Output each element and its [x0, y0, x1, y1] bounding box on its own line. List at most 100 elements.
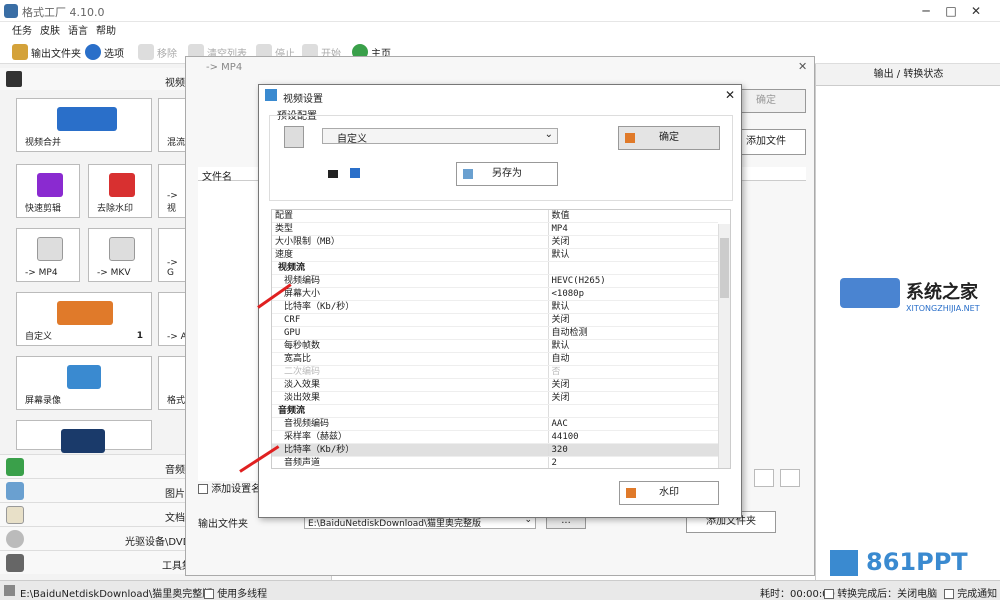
settings-grid[interactable]: 配置 数值 类型 MP4 大小限制（MB） 关闭 速度 默认 视频流 视频编码 HEVC(H265… — [272, 210, 718, 468]
film-merge-icon — [57, 107, 117, 131]
confirm-button[interactable]: 确定 — [618, 126, 720, 150]
mp4-window-close-icon[interactable]: ✕ — [798, 60, 807, 73]
setting-value[interactable]: 默认 — [547, 300, 718, 314]
tile-label: -> G — [167, 258, 178, 278]
remove-label: 移除 — [157, 48, 177, 60]
setting-value[interactable]: <1080p — [547, 287, 718, 301]
settings-row[interactable]: 视频编码 HEVC(H265) — [272, 274, 718, 288]
tile-to-avi[interactable]: -> A — [158, 292, 188, 346]
tile-custom[interactable]: 自定义 1 — [16, 292, 152, 346]
settings-row[interactable]: 类型 MP4 — [272, 222, 718, 236]
setting-key: 淡入效果 — [272, 378, 548, 392]
remove-button[interactable]: 移除 — [138, 43, 177, 61]
setting-value[interactable]: 2 — [547, 456, 718, 468]
stop-small-icon[interactable] — [754, 469, 774, 487]
settings-row[interactable]: 淡入效果 关闭 — [272, 378, 718, 392]
watermark-button[interactable]: 水印 — [619, 481, 719, 505]
settings-row[interactable]: 音频流 — [272, 404, 718, 418]
tile-label: -> A — [167, 332, 187, 342]
settings-row[interactable]: 宽高比 自动 — [272, 352, 718, 366]
settings-row[interactable]: 采样率（赫兹） 44100 — [272, 430, 718, 444]
dialog-close-icon[interactable]: ✕ — [725, 88, 735, 102]
minimize-icon[interactable]: ─ — [918, 3, 934, 19]
shutdown-checkbox[interactable]: 转换完成后：关闭电脑 — [824, 585, 937, 600]
custom-preset-icon — [57, 301, 113, 325]
tile-format[interactable]: 格式 — [158, 356, 188, 410]
category-label: 文档 — [165, 513, 185, 524]
setting-value[interactable]: 关闭 — [547, 313, 718, 327]
settings-row[interactable]: 速度 默认 — [272, 248, 718, 262]
settings-row[interactable]: 淡出效果 关闭 — [272, 391, 718, 405]
setting-value[interactable]: 默认 — [547, 339, 718, 353]
tile-to-gif[interactable]: -> G — [158, 228, 188, 282]
music-note-icon — [6, 458, 24, 476]
options-button[interactable]: 选项 — [85, 43, 124, 61]
settings-row[interactable]: 比特率（Kb/秒） 默认 — [272, 300, 718, 314]
settings-row[interactable]: 比特率（Kb/秒） 320 — [272, 443, 718, 457]
menu-language[interactable]: 语言 — [68, 22, 88, 37]
setting-value[interactable]: HEVC(H265) — [547, 274, 718, 288]
tile-screen-record[interactable]: 屏幕录像 — [16, 356, 152, 410]
multithread-checkbox[interactable]: 使用多线程 — [204, 585, 267, 600]
scrollbar-thumb[interactable] — [720, 238, 729, 298]
menu-help[interactable]: 帮助 — [96, 22, 116, 37]
setting-key: 音视频编码 — [272, 417, 548, 431]
tile-mux[interactable]: 混流 — [158, 98, 188, 152]
setting-value[interactable]: MP4 — [547, 222, 718, 236]
tile-remove-watermark[interactable]: 去除水印 — [88, 164, 152, 218]
setting-value[interactable]: 关闭 — [547, 391, 718, 405]
add-settings-name-checkbox[interactable]: 添加设置名 — [198, 480, 261, 495]
tile-to-video[interactable]: -> 视 — [158, 164, 188, 218]
output-folder-button[interactable]: 输出文件夹 — [12, 43, 81, 61]
settings-row[interactable]: CRF 关闭 — [272, 313, 718, 327]
menu-skin[interactable]: 皮肤 — [40, 22, 60, 37]
save-as-button[interactable]: 另存为 — [456, 162, 558, 186]
settings-row[interactable]: 视频流 — [272, 261, 718, 275]
settings-table[interactable]: 配置 数值 类型 MP4 大小限制（MB） 关闭 速度 默认 视频流 视频编码 HEVC(H265… — [271, 209, 731, 469]
tile-to-mkv[interactable]: -> MKV — [88, 228, 152, 282]
setting-value[interactable]: 44100 — [547, 430, 718, 444]
checkbox-box — [824, 589, 834, 599]
help-icon[interactable] — [350, 168, 360, 178]
scrollbar[interactable] — [718, 224, 730, 468]
tile-label: -> MP4 — [25, 268, 58, 278]
setting-value[interactable]: 默认 — [547, 248, 718, 262]
setting-key: 二次编码 — [272, 365, 548, 379]
tools-icon — [6, 554, 24, 572]
setting-value[interactable]: 自动 — [547, 352, 718, 366]
setting-value[interactable] — [547, 261, 718, 275]
settings-row[interactable]: 屏幕大小 <1080p — [272, 287, 718, 301]
menu-task[interactable]: 任务 — [12, 22, 32, 37]
setting-value[interactable]: 关闭 — [547, 378, 718, 392]
tile-to-mp4[interactable]: -> MP4 — [16, 228, 80, 282]
settings-row[interactable]: GPU 自动检测 — [272, 326, 718, 340]
setting-value[interactable] — [547, 404, 718, 418]
setting-value[interactable]: AAC — [547, 417, 718, 431]
settings-row[interactable]: 音频声道 2 — [272, 456, 718, 468]
setting-value[interactable]: 否 — [547, 365, 718, 379]
status-bar: E:\BaiduNetdiskDownload\猫里奥完整版 使用多线程 耗时：… — [0, 580, 1000, 600]
maximize-icon[interactable]: □ — [943, 3, 959, 19]
preset-select[interactable]: 自定义 ⌄ — [322, 128, 558, 145]
setting-value[interactable]: 自动检测 — [547, 326, 718, 340]
notify-checkbox[interactable]: 完成通知 — [944, 585, 997, 600]
tile-label: 视频合并 — [25, 138, 62, 148]
setting-value[interactable]: 关闭 — [547, 235, 718, 249]
tile-quick-clip[interactable]: 快速剪辑 — [16, 164, 80, 218]
settings-row[interactable]: 二次编码否 — [272, 365, 718, 379]
settings-row[interactable]: 大小限制（MB） 关闭 — [272, 235, 718, 249]
tile-video-download[interactable] — [16, 420, 152, 453]
settings-row[interactable]: 每秒帧数 默认 — [272, 339, 718, 353]
close-icon[interactable]: ✕ — [968, 3, 984, 19]
media-info-icon[interactable] — [780, 469, 800, 487]
settings-row[interactable]: 音视频编码 AAC — [272, 417, 718, 431]
custom-count-badge: 1 — [136, 331, 143, 341]
image-icon — [6, 482, 24, 500]
chevron-down-icon: ⌄ — [544, 129, 553, 140]
folder-small-icon[interactable] — [4, 585, 15, 596]
tile-video-merge[interactable]: 视频合并 — [16, 98, 152, 152]
console-icon[interactable] — [328, 170, 338, 178]
preset-value: 自定义 — [337, 134, 367, 145]
setting-value[interactable]: 320 — [547, 443, 718, 457]
multithread-label: 使用多线程 — [217, 589, 268, 600]
